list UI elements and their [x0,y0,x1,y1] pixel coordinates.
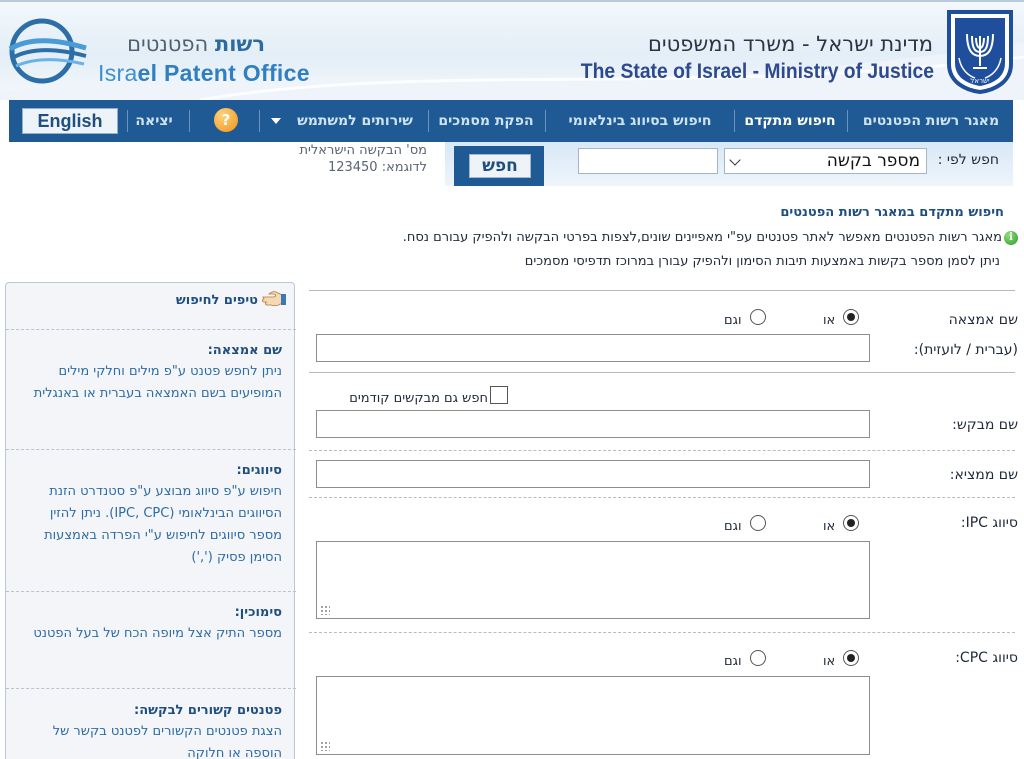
nav-separator [259,110,260,132]
tips-divider [6,329,296,330]
ipc-classification-textarea[interactable] [316,541,870,619]
office-name-hebrew: רשות הפטנטים [100,32,265,56]
info-icon: i [1004,231,1018,245]
nav-item-logout[interactable]: יציאה [129,100,179,142]
ipc-or-radio[interactable] [843,515,859,531]
office-name-hebrew-rest: הפטנטים [127,32,209,56]
nav-separator [428,110,429,132]
inventor-name-input[interactable] [316,460,870,488]
office-name-english-pre: Isra [98,60,138,86]
form-divider [309,450,1015,451]
office-name-english: Israel Patent Office [98,60,310,87]
invention-and-radio[interactable] [750,309,766,325]
nav-item-user-services[interactable]: שירותים למשתמש [285,100,425,142]
search-tips-panel: טיפים לחיפוש שם אמצאה: ניתן לחפש פטנט ע"… [5,282,296,759]
chevron-down-icon [729,154,741,166]
tips-divider [6,688,296,689]
tip-body-related-patents: הצגת פטנטים הקשורים לפטנט בקשר של הוספה … [52,724,282,759]
ipc-or-label: או [823,519,836,534]
cpc-classification-label: סיווג CPC: [955,650,1018,666]
search-by-select[interactable]: מספר בקשה [724,148,927,174]
help-icon[interactable]: ? [214,108,238,132]
main-nav: English יציאה ? שירותים למשתמש הפקת מסמכ… [9,100,1013,142]
tip-heading-reference: סימוכין: [234,605,282,620]
applicant-name-label: שם מבקש: [952,417,1018,433]
ipc-and-radio[interactable] [750,515,766,531]
office-name-english-rest: el Patent Office [137,60,310,86]
tip-heading-invention-name: שם אמצאה: [207,343,282,358]
cpc-or-label: או [823,654,836,669]
ministry-name-hebrew: מדינת ישראל - משרד המשפטים [648,32,933,56]
inventor-name-label: שם ממציא: [949,467,1018,483]
nav-separator [734,110,735,132]
search-by-label: חפש לפי : [937,152,999,168]
invention-and-label: וגם [724,313,742,328]
quick-search-bar: מס' הבקשה הישראלית לדוגמא: 123450 חפש מס… [9,142,1013,186]
search-by-selected-value: מספר בקשה [826,151,920,171]
ministry-name-english: The State of Israel - Ministry of Justic… [580,60,934,83]
nav-separator [847,110,848,132]
emblem-text: ישראל [970,77,990,85]
application-number-hint: מס' הבקשה הישראלית לדוגמא: 123450 [279,142,427,176]
search-previous-applicants-checkbox[interactable] [490,386,508,404]
tip-body-classifications: חיפוש ע"פ סיווג מבוצע ע"פ סטנדרט הזנת הס… [44,484,282,565]
state-emblem-logo: ישראל [947,10,1013,94]
nav-separator [189,110,190,132]
info-text-line-1: מאגר רשות הפטנטים מאפשר לאתר פטנטים עפ"י… [402,230,1002,245]
tips-divider [6,449,296,450]
tip-heading-classifications: סיווגים: [236,463,282,478]
nav-item-patent-database[interactable]: מאגר רשות הפטנטים [849,100,1013,142]
invention-or-radio[interactable] [843,309,859,325]
tip-body-reference: מספר התיק אצל מיופה הכח של בעל הפטנט [33,626,282,641]
site-header: רשות הפטנטים Israel Patent Office מדינת … [0,0,1024,100]
form-divider [309,497,1015,498]
resize-grip-icon[interactable] [320,741,330,751]
cpc-and-label: וגם [724,654,742,669]
tips-divider [6,591,296,592]
pointing-hand-icon [262,291,286,307]
quick-search-input[interactable] [578,148,718,174]
invention-name-input[interactable] [316,334,870,362]
invention-or-label: או [823,313,836,328]
invention-name-sublabel: (עברית / לועזית): [913,342,1018,358]
cpc-or-radio[interactable] [843,650,859,666]
ipc-classification-label: סיווג IPC: [960,515,1018,531]
tips-title: טיפים לחיפוש [175,293,258,308]
nav-separator [545,110,546,132]
ipc-and-label: וגם [724,519,742,534]
dropdown-caret-icon[interactable] [271,118,281,124]
form-divider [309,372,1015,373]
tip-heading-related-patents: פטנטים קשורים לבקשה: [134,703,282,718]
form-divider [309,632,1015,633]
page-title: חיפוש מתקדם במאגר רשות הפטנטים [780,205,1004,220]
nav-separator [127,110,128,132]
cpc-and-radio[interactable] [750,650,766,666]
quick-search-button[interactable]: חפש [469,154,531,178]
cpc-classification-textarea[interactable] [316,676,870,755]
hint-line-2: לדוגמא: 123450 [327,160,427,175]
applicant-name-input[interactable] [316,410,870,438]
resize-grip-icon[interactable] [320,605,330,615]
search-previous-applicants-label: חפש גם מבקשים קודמים [349,391,488,406]
invention-name-label: שם אמצאה [948,312,1018,328]
tip-body-invention-name: ניתן לחפש פטנט ע"פ מילים וחלקי מילים המו… [33,364,282,401]
office-name-hebrew-first: רשות [214,32,265,56]
english-language-button[interactable]: English [22,108,118,134]
form-divider [309,290,1015,291]
nav-item-advanced-search[interactable]: חיפוש מתקדם [736,100,844,142]
nav-item-international-classification[interactable]: חיפוש בסיווג בינלאומי [547,100,733,142]
hint-line-1: מס' הבקשה הישראלית [299,143,427,158]
info-text-line-2: ניתן לסמן מספר בקשות באמצעות תיבות הסימו… [524,254,1000,269]
patent-office-logo [8,18,87,84]
nav-item-document-production[interactable]: הפקת מסמכים [430,100,542,142]
